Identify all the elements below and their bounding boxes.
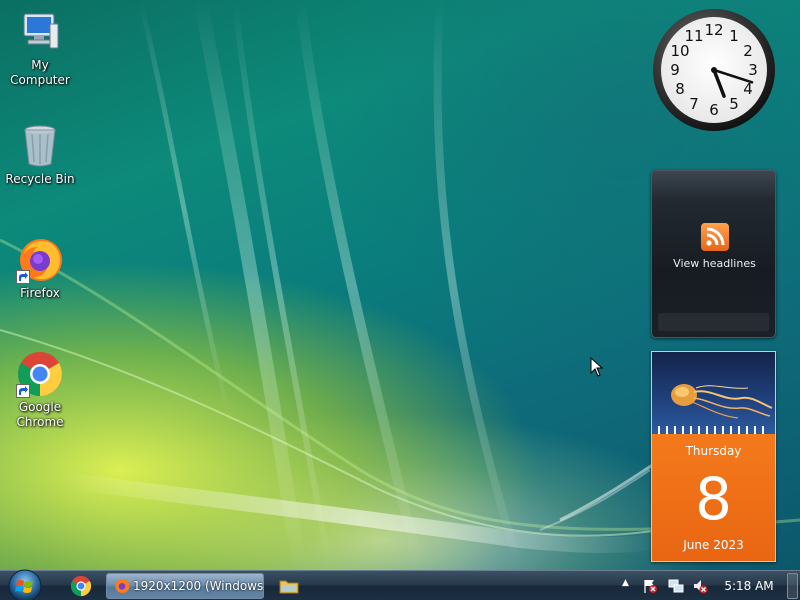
- rss-icon: [701, 223, 729, 251]
- chrome-icon: [16, 350, 64, 398]
- desktop-icon-firefox[interactable]: Firefox: [0, 236, 80, 301]
- calendar-month-year: June 2023: [683, 538, 744, 552]
- desktop-icon-label: Google Chrome: [16, 400, 64, 429]
- calendar-gadget[interactable]: Thursday 8 June 2023: [651, 351, 776, 562]
- svg-text:5: 5: [729, 95, 739, 113]
- calendar-image: [652, 352, 775, 434]
- taskbar: 1920x1200 (Windows... ▲ 5:18 AM: [0, 568, 800, 600]
- volume-muted-icon[interactable]: [692, 578, 708, 594]
- jellyfish-icon: [671, 384, 773, 419]
- chrome-icon: [70, 575, 92, 597]
- quick-launch-chrome[interactable]: [70, 575, 92, 597]
- calendar-day: 8: [695, 465, 732, 533]
- action-center-flag-icon[interactable]: [642, 578, 658, 594]
- shortcut-arrow-icon: [16, 270, 30, 284]
- windows-start-icon: [8, 569, 42, 600]
- taskbar-button-firefox-window[interactable]: 1920x1200 (Windows...: [106, 573, 264, 599]
- folder-icon: [279, 580, 299, 594]
- svg-text:6: 6: [709, 101, 719, 119]
- svg-text:2: 2: [743, 42, 753, 60]
- computer-icon: [16, 8, 64, 56]
- desktop-icon-label: Firefox: [20, 286, 60, 300]
- desktop-icon-my-computer[interactable]: My Computer: [0, 8, 80, 88]
- svg-text:11: 11: [684, 27, 703, 45]
- desktop-icon-recycle-bin[interactable]: Recycle Bin: [0, 122, 80, 187]
- recycle-bin-icon: [16, 122, 64, 170]
- start-button[interactable]: [6, 568, 44, 600]
- firefox-icon: [114, 578, 130, 594]
- svg-text:7: 7: [689, 95, 699, 113]
- desktop-icon-google-chrome[interactable]: Google Chrome: [0, 350, 80, 430]
- svg-text:8: 8: [675, 80, 685, 98]
- analog-clock-icon: 12 1 2 3 4 5 6 7 8 9 10 11: [653, 9, 775, 131]
- feed-headlines-gadget[interactable]: View headlines: [651, 170, 776, 338]
- feed-toolbar: [658, 313, 769, 331]
- desktop-icon-label: Recycle Bin: [5, 172, 75, 186]
- show-desktop-button[interactable]: [787, 573, 798, 599]
- shortcut-arrow-icon: [16, 384, 30, 398]
- svg-text:12: 12: [704, 21, 723, 39]
- svg-text:3: 3: [748, 61, 758, 79]
- taskbar-clock[interactable]: 5:18 AM: [716, 571, 782, 600]
- calendar-weekday: Thursday: [685, 444, 742, 458]
- mouse-cursor-icon: [590, 357, 604, 377]
- clock-gadget[interactable]: 12 1 2 3 4 5 6 7 8 9 10 11: [652, 8, 776, 132]
- firefox-icon: [16, 236, 64, 284]
- taskbar-pinned-folder[interactable]: [278, 575, 300, 597]
- network-icon[interactable]: [668, 578, 684, 594]
- taskbar-button-label: 1920x1200 (Windows...: [133, 579, 264, 593]
- show-hidden-icons[interactable]: ▲: [622, 578, 629, 588]
- svg-text:9: 9: [670, 61, 680, 79]
- desktop-icon-label: My Computer: [10, 58, 70, 87]
- view-headlines-link[interactable]: View headlines: [652, 257, 777, 270]
- svg-text:1: 1: [729, 27, 739, 45]
